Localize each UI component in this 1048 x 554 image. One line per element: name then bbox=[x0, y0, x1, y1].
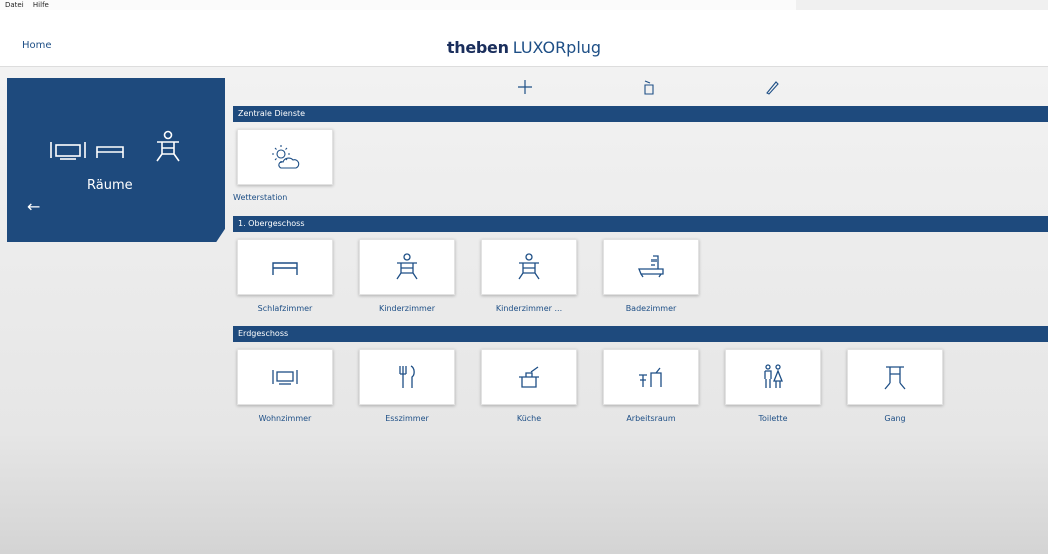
sidebar-rooms-panel: Räume ← bbox=[7, 78, 225, 242]
tv-icon bbox=[272, 370, 298, 385]
room-tile-kids-room-1[interactable] bbox=[359, 239, 455, 295]
room-tile-toilet[interactable] bbox=[725, 349, 821, 405]
child-icon bbox=[518, 253, 540, 280]
back-arrow-icon[interactable]: ← bbox=[27, 199, 40, 215]
edit-button[interactable] bbox=[764, 79, 780, 95]
bed-icon bbox=[272, 262, 298, 275]
sidebar-icons bbox=[49, 128, 189, 168]
room-tile-bedroom[interactable] bbox=[237, 239, 333, 295]
room-tile-bathroom[interactable] bbox=[603, 239, 699, 295]
menu-bar: Datei Hilfe bbox=[0, 0, 1048, 10]
room-tile-hallway[interactable] bbox=[847, 349, 943, 405]
hallway-lamp-icon bbox=[884, 366, 906, 390]
cooking-pot-icon bbox=[519, 366, 539, 388]
room-tile-workroom[interactable] bbox=[603, 349, 699, 405]
room-label-bathroom: Badezimmer bbox=[625, 304, 677, 313]
section-header-central-services: Zentrale Dienste bbox=[233, 106, 1048, 122]
room-tile-weather-station[interactable] bbox=[237, 129, 333, 185]
cutlery-icon bbox=[399, 365, 415, 388]
room-label-kitchen: Küche bbox=[516, 414, 542, 423]
room-label-workroom: Arbeitsraum bbox=[626, 414, 676, 423]
desk-icon bbox=[639, 367, 662, 387]
brand-title: theben LUXORplug bbox=[0, 38, 1048, 57]
room-tile-kids-room-2[interactable] bbox=[481, 239, 577, 295]
brand-logo: theben bbox=[446, 38, 509, 57]
room-label-bedroom: Schlafzimmer bbox=[257, 304, 313, 313]
menu-file[interactable]: Datei bbox=[5, 1, 24, 9]
menu-help[interactable]: Hilfe bbox=[33, 1, 49, 9]
toilet-icon bbox=[764, 364, 783, 388]
room-label-hallway: Gang bbox=[884, 414, 906, 423]
room-label-living-room: Wohnzimmer bbox=[258, 414, 312, 423]
delete-button[interactable] bbox=[641, 79, 657, 95]
room-label-kids-room-2: Kinderzimmer ... bbox=[495, 304, 563, 313]
plus-icon bbox=[518, 80, 532, 94]
room-label-dining-room: Esszimmer bbox=[385, 414, 429, 423]
sidebar-title: Räume bbox=[87, 178, 133, 193]
app-header: Home theben LUXORplug bbox=[0, 10, 1048, 67]
room-tile-kitchen[interactable] bbox=[481, 349, 577, 405]
menu-bar-filler bbox=[796, 0, 1048, 10]
section-header-upper-floor: 1. Obergeschoss bbox=[233, 216, 1048, 232]
pencil-icon bbox=[766, 81, 779, 95]
sidebar-room-icons bbox=[50, 130, 180, 162]
room-tile-dining-room[interactable] bbox=[359, 349, 455, 405]
bathtub-icon bbox=[638, 255, 664, 278]
child-icon bbox=[396, 253, 418, 280]
add-button[interactable] bbox=[517, 79, 533, 95]
room-label-kids-room-1: Kinderzimmer bbox=[378, 304, 436, 313]
weather-icon bbox=[272, 145, 300, 169]
room-tile-living-room[interactable] bbox=[237, 349, 333, 405]
room-label-weather-station: Wetterstation bbox=[233, 193, 288, 202]
room-label-toilet: Toilette bbox=[758, 414, 788, 423]
section-header-ground-floor: Erdgeschoss bbox=[233, 326, 1048, 342]
trash-icon bbox=[644, 80, 654, 95]
product-name: LUXORplug bbox=[512, 38, 602, 57]
